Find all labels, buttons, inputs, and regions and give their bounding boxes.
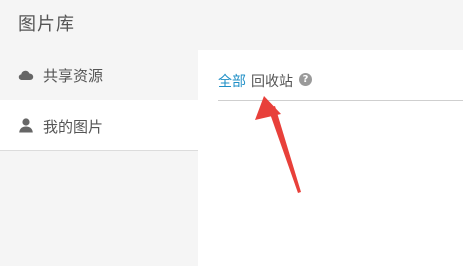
cloud-icon (18, 70, 34, 80)
tabs-divider (218, 100, 463, 101)
question-icon[interactable]: ? (299, 73, 312, 86)
main-panel: 全部 回收站 ? (198, 50, 463, 266)
sidebar-item-label: 我的图片 (43, 118, 104, 136)
app-title: 图片库 (18, 14, 75, 35)
sidebar-item-shared-resources[interactable]: 共享资源 (0, 50, 198, 100)
tab-recycle-bin[interactable]: 回收站 (251, 71, 293, 91)
tab-all[interactable]: 全部 (218, 71, 246, 91)
sidebar-item-label: 共享资源 (43, 67, 104, 85)
user-icon (19, 118, 33, 133)
sidebar: 共享资源 我的图片 (0, 50, 198, 266)
sidebar-item-my-pictures[interactable]: 我的图片 (0, 100, 198, 151)
